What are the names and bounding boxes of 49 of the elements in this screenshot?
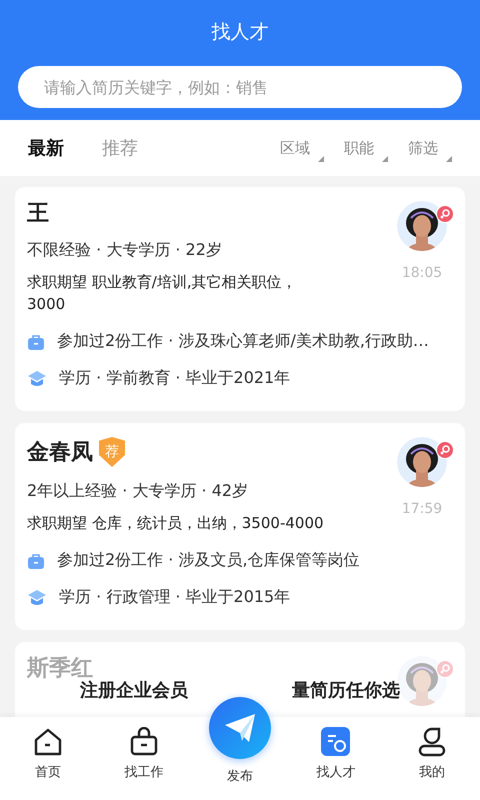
search-field[interactable]: 请输入简历关键字，例如：销售 <box>18 66 462 108</box>
user-icon <box>417 727 447 757</box>
nav-label: 首页 <box>35 764 61 781</box>
job-expectation: 求职期望 仓库，统计员，出纳，3500-4000 <box>27 513 325 534</box>
page-title: 找人才 <box>212 20 268 45</box>
work-experience: 参加过2份工作 · 涉及珠心算老师/美术助教,行政助… <box>57 331 429 352</box>
education-info: 学历 · 行政管理 · 毕业于2015年 <box>59 587 290 608</box>
nav-item[interactable]: 首页 <box>0 717 96 800</box>
candidate-name: 斯季红 <box>27 656 93 681</box>
work-experience: 参加过2份工作 · 涉及文员,仓库保管等岗位 <box>57 550 360 571</box>
job-expectation: 求职期望 职业教育/培训,其它相关职位， 3000 <box>27 272 298 315</box>
nav-label: 我的 <box>419 764 445 781</box>
female-icon <box>436 660 454 678</box>
tab[interactable]: 最新 <box>28 136 64 160</box>
candidate-name: 金春凤 <box>27 440 93 464</box>
update-time: 18:05 <box>402 265 442 281</box>
home-icon <box>33 727 63 757</box>
recommended-badge: 荐 <box>99 437 125 467</box>
publish-button[interactable] <box>209 697 271 759</box>
resume-search-icon <box>321 727 351 757</box>
nav-item[interactable]: 找工作 <box>96 717 192 800</box>
resume-card[interactable]: 斯季红 注册企业会员 量简历任你选 <box>15 642 465 717</box>
dropdown-caret-icon <box>382 156 388 162</box>
graduation-cap-icon <box>27 370 47 388</box>
briefcase-icon <box>27 332 45 350</box>
female-icon <box>436 205 454 223</box>
dropdown-caret-icon <box>318 156 324 162</box>
bag-icon <box>129 727 159 757</box>
candidate-summary: 2年以上经验 · 大专学历 · 42岁 <box>27 481 250 502</box>
resume-card[interactable]: 金春凤 荐 2年以上经验 · 大专学历 · 42岁 求职期望 仓库，统计员，出纳，3500-4000 参加过2份工作 · 涉及文员,仓库保管等岗位 学历 · 行政管理 · 毕业于2015年 17:59 <box>15 423 465 630</box>
promo-text: 量简历任你选 <box>292 679 400 702</box>
nav-item[interactable]: 找人才 <box>288 717 384 800</box>
filter-dropdown[interactable]: 区域 <box>280 138 324 158</box>
nav-label: 发布 <box>227 768 253 785</box>
nav-label: 找工作 <box>124 764 164 781</box>
female-icon <box>436 441 454 459</box>
resume-card[interactable]: 王 不限经验 · 大专学历 · 22岁 求职期望 职业教育/培训,其它相关职位， 3000 参加过2份工作 · 涉及珠心算老师/美术助教,行政助… 学历 · 学前教育 · 毕业于2021年 18:05 <box>15 187 465 411</box>
briefcase-icon <box>27 552 45 570</box>
filter-dropdown[interactable]: 职能 <box>344 138 388 158</box>
promo-text: 注册企业会员 <box>80 679 188 702</box>
dropdown-caret-icon <box>446 156 452 162</box>
education-info: 学历 · 学前教育 · 毕业于2021年 <box>59 368 290 389</box>
candidate-name: 王 <box>27 201 49 226</box>
update-time: 17:59 <box>402 501 442 517</box>
filter-dropdown[interactable]: 筛选 <box>408 138 452 158</box>
nav-label: 找人才 <box>316 764 356 781</box>
candidate-summary: 不限经验 · 大专学历 · 22岁 <box>27 240 223 261</box>
nav-item[interactable]: 我的 <box>384 717 480 800</box>
graduation-cap-icon <box>27 588 47 606</box>
